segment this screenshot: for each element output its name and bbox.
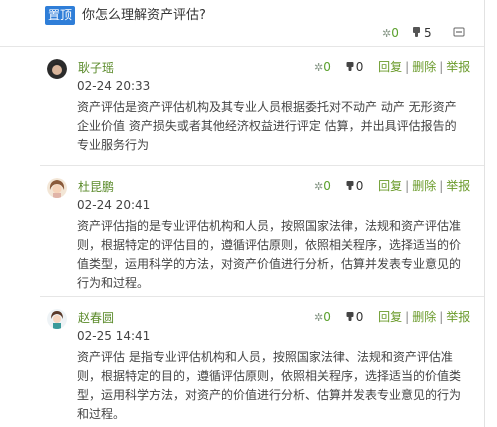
question-like-button[interactable]: ✲0 bbox=[382, 24, 399, 42]
comment-like-count: 0 bbox=[323, 310, 331, 324]
comment-content: 资产评估 是指专业评估机构和人员，按照国家法律、法规和资产评估准则，根据特定的目… bbox=[77, 350, 462, 421]
comment-like-button[interactable]: ✲0 bbox=[314, 308, 331, 327]
question-more-button[interactable] bbox=[453, 24, 465, 42]
comment-dislike-count: 0 bbox=[355, 310, 364, 324]
thumbs-down-icon bbox=[346, 312, 354, 321]
comment-like-count: 0 bbox=[323, 179, 331, 193]
question-header: 置顶 你怎么理解资产评估? ✲0 5 bbox=[0, 0, 484, 47]
avatar[interactable] bbox=[47, 59, 67, 79]
comment-time: 02-24 20:41 bbox=[77, 198, 151, 212]
report-button[interactable]: 举报 bbox=[446, 179, 470, 193]
delete-button[interactable]: 删除 bbox=[412, 179, 436, 193]
thumbs-up-icon: ✲ bbox=[314, 311, 324, 324]
thumbs-down-icon bbox=[413, 27, 420, 37]
action-separator: | bbox=[439, 60, 444, 74]
pinned-badge: 置顶 bbox=[45, 6, 75, 25]
delete-button[interactable]: 删除 bbox=[412, 310, 436, 324]
comment-content: 资产评估是资产评估机构及其专业人员根据委托对不动产 动产 无形资产 企业价值 资… bbox=[77, 100, 457, 152]
comment-content: 资产评估指的是专业评估机构和人员，按照国家法律，法规和资产评估准则，根据特定的评… bbox=[77, 219, 462, 290]
comment-like-count: 0 bbox=[323, 60, 331, 74]
comment-actions: ✲0 0 回复 | 删除 | 举报 bbox=[314, 58, 470, 77]
action-separator: | bbox=[405, 60, 410, 74]
comment-author[interactable]: 赵春圆 bbox=[78, 310, 114, 326]
panel-border bbox=[484, 0, 485, 427]
comment-dislike-button[interactable]: 0 bbox=[346, 177, 364, 195]
thumbs-down-icon bbox=[346, 181, 354, 190]
comment-actions: ✲0 0 回复 | 删除 | 举报 bbox=[314, 308, 470, 327]
comment-like-button[interactable]: ✲0 bbox=[314, 177, 331, 196]
action-separator: | bbox=[439, 179, 444, 193]
comment-time: 02-24 20:33 bbox=[77, 79, 151, 93]
comment-item: 耿子瑶 02-24 20:33 ✲0 0 回复 | 删除 | 举报 资产评估是资产评估机… bbox=[40, 47, 484, 166]
report-button[interactable]: 举报 bbox=[446, 310, 470, 324]
avatar-image bbox=[47, 59, 67, 79]
comment-dislike-button[interactable]: 0 bbox=[346, 58, 364, 76]
avatar[interactable] bbox=[47, 178, 67, 198]
avatar-image bbox=[47, 309, 67, 329]
comment-author[interactable]: 耿子瑶 bbox=[78, 60, 114, 76]
thumbs-up-icon: ✲ bbox=[382, 27, 392, 40]
reply-button[interactable]: 回复 bbox=[378, 179, 402, 193]
comment-time: 02-25 14:41 bbox=[77, 329, 151, 343]
comment-dislike-button[interactable]: 0 bbox=[346, 308, 364, 326]
ellipsis-icon bbox=[453, 27, 465, 37]
thumbs-down-icon bbox=[346, 62, 354, 71]
comment-thread-page: 置顶 你怎么理解资产评估? ✲0 5 耿子瑶 02-24 20:33 ✲0 0 … bbox=[0, 0, 497, 427]
action-separator: | bbox=[405, 179, 410, 193]
question-dislike-button[interactable]: 5 bbox=[412, 24, 432, 42]
action-separator: | bbox=[405, 310, 410, 324]
question-title: 你怎么理解资产评估? bbox=[82, 8, 206, 23]
question-like-count: 0 bbox=[391, 26, 399, 40]
comment-item: 杜昆鹏 02-24 20:41 ✲0 0 回复 | 删除 | 举报 资产评估指的是专业评… bbox=[40, 166, 484, 297]
reply-button[interactable]: 回复 bbox=[378, 310, 402, 324]
comment-author[interactable]: 杜昆鹏 bbox=[78, 179, 114, 195]
reply-button[interactable]: 回复 bbox=[378, 60, 402, 74]
thumbs-up-icon: ✲ bbox=[314, 180, 324, 193]
avatar-image bbox=[47, 178, 67, 198]
comment-actions: ✲0 0 回复 | 删除 | 举报 bbox=[314, 177, 470, 196]
action-separator: | bbox=[439, 310, 444, 324]
report-button[interactable]: 举报 bbox=[446, 60, 470, 74]
comment-dislike-count: 0 bbox=[355, 179, 364, 193]
comment-item: 赵春圆 02-25 14:41 ✲0 0 回复 | 删除 | 举报 资产评估 是指专业评… bbox=[40, 297, 484, 427]
thumbs-up-icon: ✲ bbox=[314, 61, 324, 74]
avatar[interactable] bbox=[47, 309, 67, 329]
comment-like-button[interactable]: ✲0 bbox=[314, 58, 331, 77]
comment-dislike-count: 0 bbox=[355, 60, 364, 74]
delete-button[interactable]: 删除 bbox=[412, 60, 436, 74]
question-dislike-count: 5 bbox=[424, 26, 432, 40]
